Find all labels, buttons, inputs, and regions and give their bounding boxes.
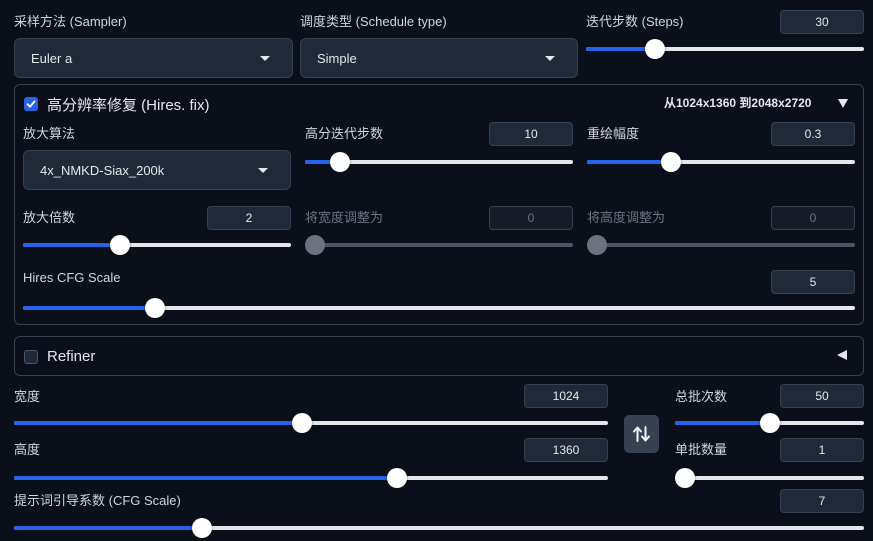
slider-track [305,243,573,247]
slider-thumb[interactable] [145,298,165,318]
hires-fix-panel [14,84,864,325]
hires-steps-input[interactable]: 10 [489,122,573,146]
slider-fill [23,243,120,247]
width-label: 宽度 [14,389,41,404]
steps-label: 迭代步数 (Steps) [586,14,684,29]
chevron-down-icon [258,168,268,173]
sampler-value: Euler a [31,50,73,66]
upscaler-dropdown[interactable]: 4x_NMKD-Siax_200k [23,150,291,190]
swap-vertical-icon [633,426,650,442]
width-input[interactable]: 1024 [524,384,608,408]
chevron-down-icon [260,56,270,61]
hires-fix-checkbox[interactable] [24,97,38,111]
slider-fill [675,421,770,425]
slider-fill [23,306,155,310]
height-slider[interactable] [14,468,608,488]
slider-thumb[interactable] [675,468,695,488]
upscale-by-slider[interactable] [23,235,291,255]
upscale-by-input[interactable]: 2 [207,206,291,230]
batch-count-input[interactable]: 50 [780,384,864,408]
cfg-scale-slider[interactable] [14,518,864,538]
cfg-scale-input[interactable]: 7 [780,489,864,513]
height-label: 高度 [14,442,41,457]
slider-thumb[interactable] [330,152,350,172]
upscale-by-label: 放大倍数 [23,210,76,225]
refiner-panel[interactable] [14,336,864,376]
resize-width-input[interactable]: 0 [489,206,573,230]
hires-cfg-slider[interactable] [23,298,855,318]
refiner-title: Refiner [47,348,96,365]
slider-thumb[interactable] [192,518,212,538]
resize-height-label: 将高度调整为 [587,210,666,225]
upscaler-label: 放大算法 [23,126,76,141]
sampler-label: 采样方法 (Sampler) [14,14,127,29]
slider-fill [14,476,397,480]
checkmark-icon [26,100,36,108]
schedule-type-dropdown[interactable]: Simple [300,38,578,78]
resize-height-slider[interactable] [587,235,855,255]
triangle-left-icon[interactable] [836,349,848,364]
swap-dimensions-button[interactable] [624,415,659,453]
slider-track [675,476,864,480]
triangle-down-icon[interactable] [837,97,849,112]
width-slider[interactable] [14,413,608,433]
steps-slider[interactable] [586,39,864,59]
denoise-input[interactable]: 0.3 [771,122,855,146]
slider-thumb[interactable] [645,39,665,59]
slider-thumb[interactable] [110,235,130,255]
batch-size-slider[interactable] [675,468,864,488]
hires-cfg-input[interactable]: 5 [771,270,855,294]
slider-thumb[interactable] [587,235,607,255]
slider-thumb[interactable] [760,413,780,433]
schedule-type-label: 调度类型 (Schedule type) [300,14,447,29]
hires-steps-label: 高分迭代步数 [305,126,384,141]
denoise-label: 重绘幅度 [587,126,640,141]
batch-size-input[interactable]: 1 [780,438,864,462]
resize-width-label: 将宽度调整为 [305,210,384,225]
cfg-scale-label: 提示词引导系数 (CFG Scale) [14,493,181,508]
slider-track [587,243,855,247]
sampler-dropdown[interactable]: Euler a [14,38,293,78]
slider-thumb[interactable] [387,468,407,488]
slider-thumb[interactable] [305,235,325,255]
schedule-type-value: Simple [317,50,357,66]
slider-thumb[interactable] [292,413,312,433]
upscaler-value: 4x_NMKD-Siax_200k [40,162,165,178]
batch-count-label: 总批次数 [675,389,728,404]
height-input[interactable]: 1360 [524,438,608,462]
slider-thumb[interactable] [661,152,681,172]
batch-size-label: 单批数量 [675,442,728,457]
refiner-checkbox[interactable] [24,350,38,364]
slider-fill [587,160,671,164]
slider-fill [14,526,202,530]
steps-input[interactable]: 30 [780,10,864,34]
hires-resolution-info: 从1024x1360 到2048x2720 [664,96,812,110]
slider-fill [14,421,302,425]
hires-fix-title: 高分辨率修复 (Hires. fix) [47,97,210,114]
chevron-down-icon [545,56,555,61]
denoise-slider[interactable] [587,152,855,172]
hires-steps-slider[interactable] [305,152,573,172]
resize-width-slider[interactable] [305,235,573,255]
resize-height-input[interactable]: 0 [771,206,855,230]
hires-cfg-label: Hires CFG Scale [23,270,121,285]
batch-count-slider[interactable] [675,413,864,433]
